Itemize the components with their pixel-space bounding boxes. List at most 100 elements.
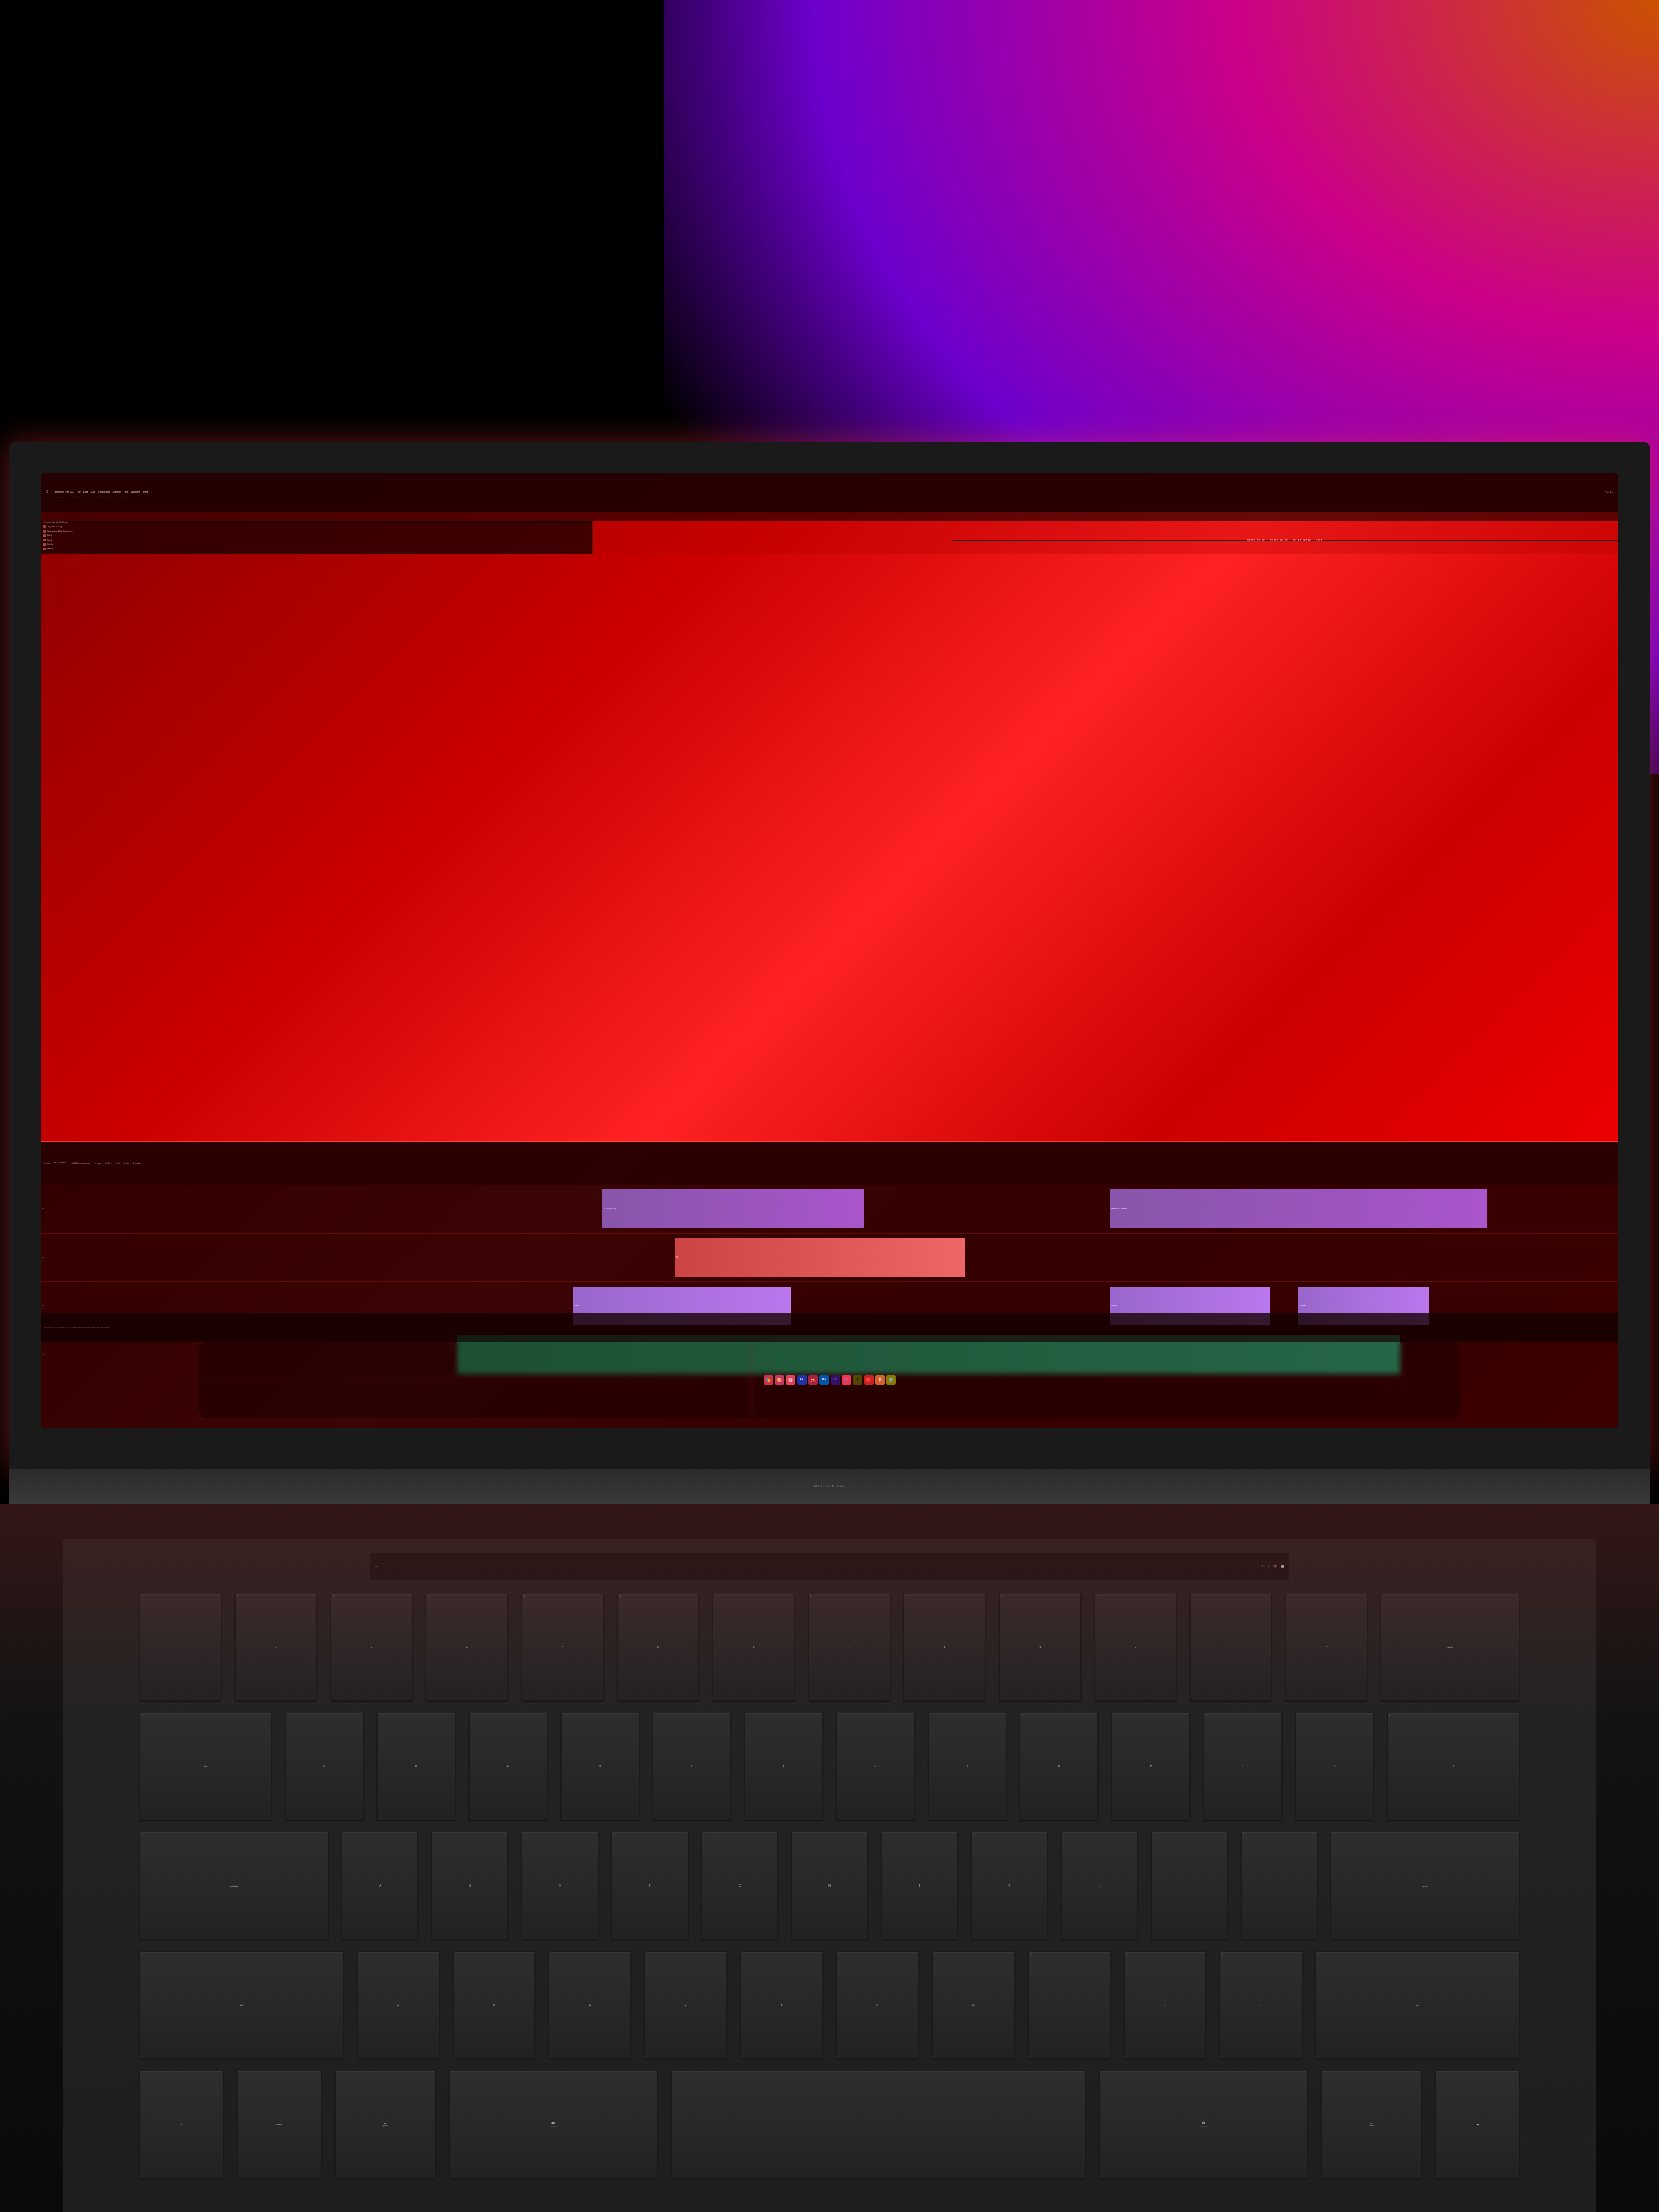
key-v[interactable]: V <box>644 1951 726 2059</box>
key-quote[interactable]: "' <box>1241 1832 1317 1939</box>
key-shift-right[interactable]: shift <box>1316 1951 1519 2059</box>
list-item[interactable]: Title 3b <box>43 547 590 551</box>
key-command-left[interactable]: ⌘ command <box>449 2071 657 2178</box>
key-6[interactable]: ^6 <box>713 1594 794 1701</box>
key-2[interactable]: @2 <box>331 1594 413 1701</box>
dock-icon-1[interactable]: 🎨 <box>775 1375 784 1385</box>
key-0[interactable]: )0 <box>1095 1594 1177 1701</box>
key-e[interactable]: E <box>469 1713 547 1820</box>
key-7[interactable]: &7 <box>808 1594 890 1701</box>
key-tab[interactable]: tab <box>140 1713 272 1820</box>
key-bracket-right[interactable]: }] <box>1295 1713 1373 1820</box>
dock-icon-7[interactable]: 🎯 <box>875 1375 885 1385</box>
list-item[interactable]: Title 2 <box>43 538 590 542</box>
tab-3-all[interactable]: 3_all <box>116 1162 120 1164</box>
menu-item-file[interactable]: File <box>77 491 81 494</box>
key-4[interactable]: $4 <box>522 1594 604 1701</box>
dock-icon-8[interactable]: ⚙️ <box>886 1375 896 1385</box>
key-j[interactable]: J <box>882 1832 958 1939</box>
key-arrow-left[interactable]: ◀ <box>1436 2071 1520 2178</box>
tab-3-par[interactable]: 3_par <box>124 1162 129 1164</box>
key-q[interactable]: Q <box>286 1713 364 1820</box>
key-alt-right[interactable]: alt option <box>1321 2071 1422 2178</box>
menu-item-help[interactable]: Help <box>143 491 148 494</box>
key-o[interactable]: O <box>1020 1713 1098 1820</box>
key-p[interactable]: P <box>1112 1713 1190 1820</box>
touch-bar-mute-icon[interactable]: 🔇 <box>1273 1565 1277 1568</box>
key-slash[interactable]: ?/ <box>1220 1951 1302 2059</box>
key-bracket-left[interactable]: {[ <box>1204 1713 1282 1820</box>
key-c[interactable]: C <box>549 1951 631 2059</box>
menu-item-clip[interactable]: Clip <box>90 491 95 494</box>
menu-item-marker[interactable]: Marker <box>113 491 121 494</box>
key-u[interactable]: U <box>836 1713 915 1820</box>
menu-item-window[interactable]: Window <box>131 491 140 494</box>
clip-title[interactable]: Title <box>675 1238 965 1277</box>
key-s[interactable]: S <box>432 1832 508 1939</box>
key-g[interactable]: G <box>701 1832 777 1939</box>
key-backslash[interactable]: |\ <box>1387 1713 1519 1820</box>
clip-cinemastyle-1[interactable]: Ch:3+1 Coupines.prj <box>602 1189 864 1228</box>
key-x[interactable]: X <box>453 1951 535 2059</box>
key-period[interactable]: >. <box>1124 1951 1206 2059</box>
dock-icon-ps[interactable]: Ps <box>819 1375 829 1385</box>
key-space[interactable] <box>671 2071 1086 2178</box>
key-minus[interactable]: _- <box>1190 1594 1272 1701</box>
tab-2-office[interactable]: 2_office <box>105 1162 112 1164</box>
touch-bar-siri-icon[interactable]: ⬤ <box>1281 1565 1284 1568</box>
list-item[interactable]: Title 3a <box>43 542 590 547</box>
key-caps-lock[interactable]: caps lock <box>140 1832 329 1939</box>
key-a[interactable]: A <box>342 1832 418 1939</box>
key-h[interactable]: H <box>792 1832 868 1939</box>
key-alt-left[interactable]: alt option <box>335 2071 435 2178</box>
list-item[interactable]: LW_2019-10-1.prj <box>43 525 590 529</box>
key-t[interactable]: T <box>653 1713 731 1820</box>
key-fn[interactable]: fn <box>140 2071 224 2178</box>
key-return[interactable]: return <box>1331 1832 1520 1939</box>
key-tilde[interactable]: ~` <box>140 1594 222 1701</box>
key-d[interactable]: D <box>522 1832 598 1939</box>
key-9[interactable]: (9 <box>999 1594 1081 1701</box>
dock-icon-3[interactable]: 🎪 <box>808 1375 818 1385</box>
key-command-right[interactable]: ⌘ command <box>1100 2071 1308 2178</box>
dock-icon-lr[interactable]: Lr <box>831 1375 840 1385</box>
clip-cinemastyle-2[interactable]: <cinemastyle 2-3+> Couifines.prj <box>1110 1189 1487 1228</box>
key-b[interactable]: B <box>741 1951 823 2059</box>
key-3[interactable]: #3 <box>426 1594 508 1701</box>
key-r[interactable]: R <box>561 1713 639 1820</box>
key-semicolon[interactable]: :; <box>1151 1832 1227 1939</box>
key-comma[interactable]: <, <box>1028 1951 1110 2059</box>
key-k[interactable]: K <box>971 1832 1048 1939</box>
key-8[interactable]: *8 <box>903 1594 985 1701</box>
key-y[interactable]: Y <box>744 1713 823 1820</box>
key-control[interactable]: control <box>237 2071 321 2178</box>
menu-item-title[interactable]: Title <box>123 491 128 494</box>
menu-item-edit[interactable]: Edit <box>83 491 88 494</box>
dock-icon-0[interactable]: 🎭 <box>764 1375 773 1385</box>
key-w[interactable]: W <box>377 1713 455 1820</box>
key-5[interactable]: %5 <box>617 1594 699 1701</box>
tab-1-hima[interactable]: 1_hima <box>95 1162 100 1164</box>
key-f[interactable]: F <box>611 1832 688 1939</box>
tab-4-ending[interactable]: 4_ending <box>133 1162 140 1164</box>
menu-item-sequence[interactable]: Sequence <box>98 491 110 494</box>
dock-icon-4[interactable]: 🌺 <box>842 1375 851 1385</box>
list-item[interactable]: Cinemastyle-[Edit] Coupines.prj <box>43 529 590 533</box>
key-shift-left[interactable]: shift <box>140 1951 343 2059</box>
list-item[interactable]: Title 1 <box>43 533 590 538</box>
touch-bar-volume-icon[interactable]: ♪ <box>1268 1565 1270 1568</box>
key-delete[interactable]: delete <box>1381 1594 1519 1701</box>
key-m[interactable]: M <box>932 1951 1014 2059</box>
menu-item-app[interactable]: Premiere Pro CC <box>54 491 74 494</box>
key-n[interactable]: N <box>836 1951 918 2059</box>
dock-icon-5[interactable]: 7 <box>853 1375 862 1385</box>
dock-icon-ae[interactable]: Ae <box>797 1375 807 1385</box>
dock-icon-2[interactable]: 🌸 <box>786 1375 795 1385</box>
touch-bar-brightness-icon[interactable]: ☀ <box>1261 1565 1263 1568</box>
key-z[interactable]: Z <box>357 1951 439 2059</box>
key-1[interactable]: !1 <box>235 1594 317 1701</box>
key-equals[interactable]: += <box>1286 1594 1368 1701</box>
key-l[interactable]: L <box>1061 1832 1137 1939</box>
apple-menu[interactable]:  <box>45 490 48 494</box>
key-i[interactable]: I <box>928 1713 1007 1820</box>
